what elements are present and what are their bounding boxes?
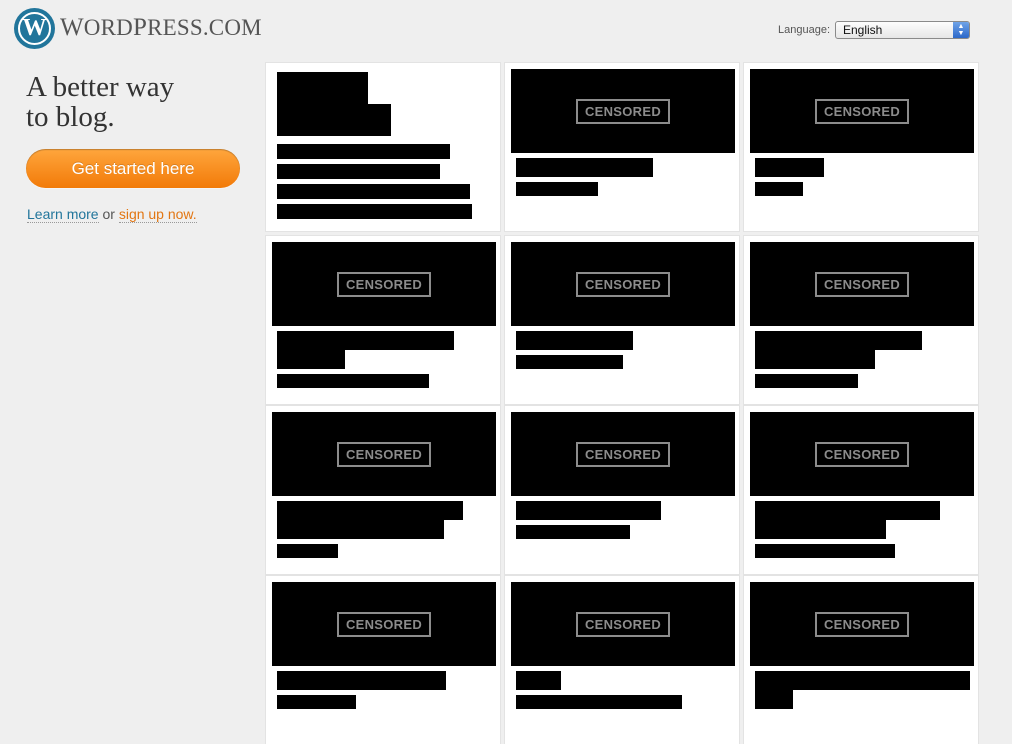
language-select-value: English [843,23,883,37]
wordpress-logo-icon: W [14,7,55,49]
censored-label: CENSORED [814,98,910,124]
censored-label: CENSORED [575,441,671,467]
blog-preview-card[interactable]: CENSORED [505,63,739,231]
censored-label: CENSORED [575,271,671,297]
redacted-text-bar [277,331,454,350]
redacted-text-bar [277,104,391,136]
learn-more-link[interactable]: Learn more [27,206,99,223]
wordpress-logo-letter: W [18,11,51,45]
blog-preview-card[interactable]: CENSORED [744,63,978,231]
redacted-text-bar [277,164,440,179]
blog-preview-card[interactable] [266,63,500,231]
redacted-text-bar [277,695,356,709]
blog-preview-thumbnail: CENSORED [750,582,974,666]
blog-preview-thumbnail: CENSORED [750,412,974,496]
redacted-text-bar [516,501,661,520]
blog-preview-thumbnail: CENSORED [511,69,735,153]
wordpress-logo[interactable]: W WORDPRESS.COM [14,7,262,49]
blog-preview-thumbnail: CENSORED [511,412,735,496]
blog-preview-thumbnail: CENSORED [272,582,496,666]
redacted-text-bar [277,501,463,520]
wordpress-wordmark: WORDPRESS.COM [60,14,262,41]
redacted-text-bar [755,158,824,177]
redacted-text-bar [277,184,470,199]
redacted-text-bar [277,204,472,219]
censored-label: CENSORED [336,271,432,297]
redacted-text-bar [516,182,598,196]
redacted-text-bar [755,350,875,369]
redacted-text-bar [516,695,682,709]
censored-label: CENSORED [814,271,910,297]
blog-preview-card[interactable]: CENSORED [505,576,739,744]
redacted-text-bar [277,374,429,388]
redacted-text-bar [277,350,345,369]
blog-preview-card[interactable]: CENSORED [744,406,978,574]
hero-links: Learn more or sign up now. [27,206,197,223]
redacted-text-bar [755,671,970,690]
redacted-text-bar [277,144,450,159]
redacted-text-bar [516,158,653,177]
blog-preview-card[interactable]: CENSORED [266,236,500,404]
language-selector: Language: English ▲ ▼ [778,21,970,39]
blog-preview-card[interactable]: CENSORED [505,406,739,574]
redacted-text-bar [755,182,803,196]
censored-label: CENSORED [814,611,910,637]
redacted-text-bar [277,72,368,104]
redacted-text-bar [755,374,858,388]
get-started-button[interactable]: Get started here [26,149,240,188]
select-arrows-icon: ▲ ▼ [953,22,969,38]
blog-preview-thumbnail: CENSORED [511,242,735,326]
blog-preview-thumbnail: CENSORED [272,242,496,326]
censored-label: CENSORED [575,98,671,124]
redacted-text-bar [755,544,895,558]
blog-preview-thumbnail: CENSORED [511,582,735,666]
censored-label: CENSORED [575,611,671,637]
redacted-text-bar [516,331,633,350]
redacted-text-bar [755,331,922,350]
language-select[interactable]: English ▲ ▼ [835,21,970,39]
redacted-text-bar [755,520,886,539]
redacted-text-bar [516,671,561,690]
or-text: or [98,206,119,222]
blog-preview-card[interactable]: CENSORED [266,406,500,574]
blog-preview-card[interactable]: CENSORED [505,236,739,404]
sign-up-link[interactable]: sign up now. [118,206,197,223]
redacted-text-bar [755,690,793,709]
censored-label: CENSORED [336,441,432,467]
tagline: A better way to blog. [26,71,175,133]
censored-label: CENSORED [814,441,910,467]
redacted-text-bar [277,544,338,558]
redacted-text-bar [277,671,446,690]
blog-preview-thumbnail: CENSORED [750,69,974,153]
redacted-text-bar [277,520,444,539]
language-label: Language: [778,24,830,36]
blog-preview-thumbnail: CENSORED [750,242,974,326]
blog-preview-card[interactable]: CENSORED [266,576,500,744]
blog-preview-thumbnail: CENSORED [272,412,496,496]
redacted-text-bar [516,355,623,369]
blog-preview-card[interactable]: CENSORED [744,236,978,404]
blog-preview-card[interactable]: CENSORED [744,576,978,744]
censored-label: CENSORED [336,611,432,637]
redacted-text-bar [516,525,630,539]
redacted-text-bar [755,501,940,520]
